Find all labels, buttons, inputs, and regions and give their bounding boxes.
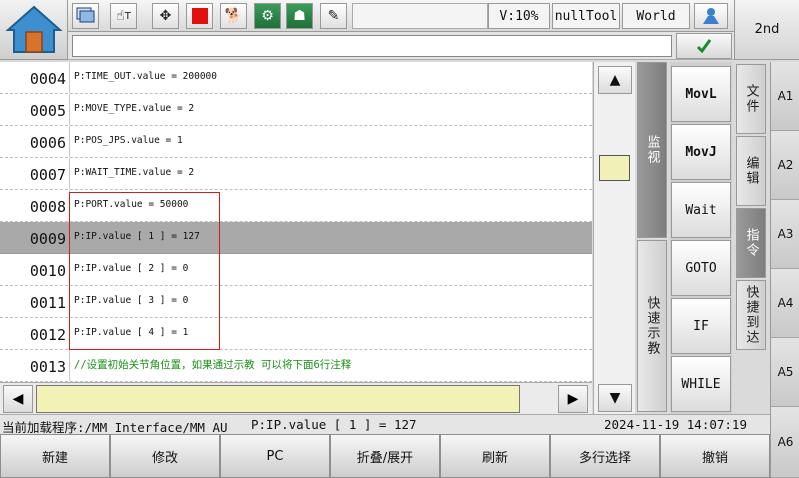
fold-expand-button[interactable]: 折叠/展开 xyxy=(330,434,440,478)
scroll-right-icon[interactable]: ▶ xyxy=(558,385,588,413)
velocity-display: V:10% xyxy=(488,3,550,29)
home-button[interactable] xyxy=(0,0,68,60)
movj-button[interactable]: MovJ xyxy=(671,124,731,180)
refresh-button[interactable]: 刷新 xyxy=(440,434,550,478)
robot-arm-icon[interactable]: ⚙ xyxy=(254,3,281,29)
code-line[interactable]: 0006 P:POS_JPS.value = 1 xyxy=(0,126,592,158)
vertical-scrollbar[interactable]: ▲ ▼ xyxy=(593,62,635,414)
goto-button[interactable]: GOTO xyxy=(671,240,731,296)
line-number: 0013 xyxy=(0,350,70,381)
bottom-button-bar: 新建 修改 PC 折叠/展开 刷新 多行选择 撤销 xyxy=(0,434,770,478)
line-number: 0012 xyxy=(0,318,70,349)
line-code: P:MOVE_TYPE.value = 2 xyxy=(74,103,195,114)
a5-key[interactable]: A5 xyxy=(771,338,799,407)
a4-key[interactable]: A4 xyxy=(771,269,799,338)
movl-button[interactable]: MovL xyxy=(671,66,731,122)
tab-quick-teach[interactable]: 快速示教 xyxy=(637,240,667,412)
line-comment: //设置初始关节角位置，如果通过示教 可以将下面6行注释 xyxy=(74,359,352,371)
line-number: 0004 xyxy=(0,62,70,93)
scroll-thumb[interactable] xyxy=(599,155,630,181)
line-code: P:WAIT_TIME.value = 2 xyxy=(74,167,195,178)
a2-key[interactable]: A2 xyxy=(771,131,799,200)
line-number: 0006 xyxy=(0,126,70,157)
line-edit-field[interactable] xyxy=(36,385,520,413)
check-icon xyxy=(696,39,712,54)
status-bar: 当前加载程序:/MM_Interface/MM_AU P:IP.value [ … xyxy=(0,414,770,435)
wait-button[interactable]: Wait xyxy=(671,182,731,238)
hand-tool-icon[interactable]: ☝ T xyxy=(110,3,137,29)
code-line[interactable]: 0005 P:MOVE_TYPE.value = 2 xyxy=(0,94,592,126)
line-number: 0009 xyxy=(0,222,70,253)
robot-status-icon[interactable] xyxy=(694,3,728,29)
home-icon xyxy=(5,5,63,53)
move-arrows-icon[interactable]: ✥ xyxy=(152,3,179,29)
line-number: 0010 xyxy=(0,254,70,285)
scroll-left-icon[interactable]: ◀ xyxy=(3,385,33,413)
a6-key[interactable]: A6 xyxy=(771,407,799,478)
dog-icon[interactable]: 🐕 xyxy=(220,3,247,29)
line-code: P:TIME_OUT.value = 200000 xyxy=(74,71,217,82)
status-blank xyxy=(352,3,488,29)
code-line[interactable]: 0004 P:TIME_OUT.value = 200000 xyxy=(0,62,592,94)
tab-quick-reach[interactable]: 快捷到达 xyxy=(736,280,766,350)
toolbar: ☝ T ✥ 🐕 ⚙ ☗ ✎ V:10% nullTool World xyxy=(68,0,734,32)
code-line[interactable]: 0013 //设置初始关节角位置，如果通过示教 可以将下面6行注释 xyxy=(0,350,592,382)
highlight-box xyxy=(69,192,220,350)
tab-monitor[interactable]: 监视 xyxy=(637,62,667,238)
while-button[interactable]: WHILE xyxy=(671,356,731,412)
second-button[interactable]: 2nd xyxy=(734,0,799,60)
code-line[interactable]: 0007 P:WAIT_TIME.value = 2 xyxy=(0,158,592,190)
horizontal-scrollbar[interactable]: ◀ ▶ xyxy=(0,382,592,414)
scroll-up-icon[interactable]: ▲ xyxy=(598,66,632,94)
undo-button[interactable]: 撤销 xyxy=(660,434,770,478)
tab-edit[interactable]: 编辑 xyxy=(736,136,766,206)
multi-select-button[interactable]: 多行选择 xyxy=(550,434,660,478)
modify-button[interactable]: 修改 xyxy=(110,434,220,478)
tab-instruction[interactable]: 指令 xyxy=(736,208,766,278)
stop-icon[interactable] xyxy=(186,3,213,29)
robot-teach-pendant: ☝ T ✥ 🐕 ⚙ ☗ ✎ V:10% nullTool World 2nd 00… xyxy=(0,0,799,478)
tool-display[interactable]: nullTool xyxy=(552,3,620,29)
line-number: 0007 xyxy=(0,158,70,189)
a3-key[interactable]: A3 xyxy=(771,200,799,269)
frame-display[interactable]: World xyxy=(622,3,690,29)
axis-keys: A1 A2 A3 A4 A5 A6 xyxy=(770,62,799,478)
line-code: P:POS_JPS.value = 1 xyxy=(74,135,183,146)
scroll-down-icon[interactable]: ▼ xyxy=(598,384,632,412)
notebook-icon[interactable]: ✎ xyxy=(320,3,347,29)
a1-key[interactable]: A1 xyxy=(771,62,799,131)
command-input[interactable] xyxy=(72,35,672,57)
line-number: 0011 xyxy=(0,286,70,317)
command-palette: MovL MovJ Wait GOTO IF WHILE xyxy=(670,62,732,414)
screen-icon[interactable] xyxy=(72,3,99,29)
datetime: 2024-11-19 14:07:19 xyxy=(604,417,747,432)
new-button[interactable]: 新建 xyxy=(0,434,110,478)
confirm-button[interactable] xyxy=(676,33,732,59)
command-bar xyxy=(68,32,734,60)
current-line-text: P:IP.value [ 1 ] = 127 xyxy=(251,417,417,432)
pc-button[interactable]: PC xyxy=(220,434,330,478)
line-number: 0005 xyxy=(0,94,70,125)
person-icon[interactable]: ☗ xyxy=(286,3,313,29)
line-number: 0008 xyxy=(0,190,70,221)
if-button[interactable]: IF xyxy=(671,298,731,354)
tab-file[interactable]: 文件 xyxy=(736,64,766,134)
